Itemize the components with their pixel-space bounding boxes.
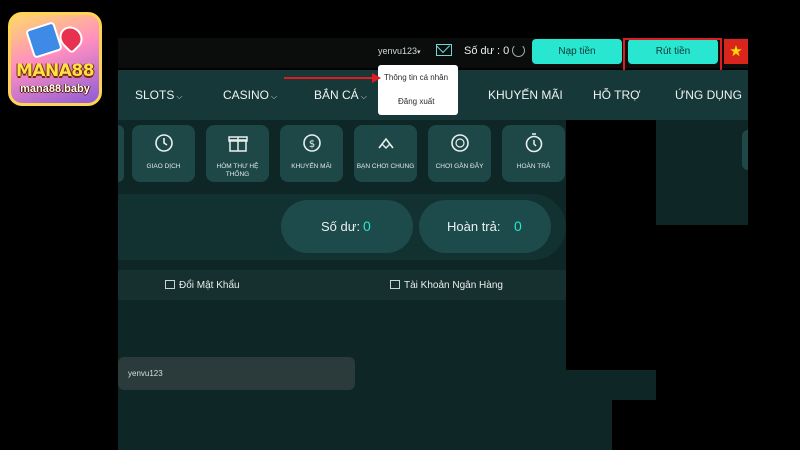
shortcut-label: BẠN CHƠI CHUNG — [356, 163, 415, 170]
nav-item-fishing[interactable]: BẮN CÁ ⌵ — [314, 88, 367, 102]
chevron-down-icon: ⌵ — [271, 92, 278, 101]
caret-down-icon: ▾ — [417, 49, 421, 56]
tab-label: Đổi Mật Khẩu — [179, 280, 240, 291]
stopwatch-icon — [525, 133, 542, 153]
menu-item-profile[interactable]: Thông tin cá nhân — [384, 73, 448, 82]
rebate-label: Hoàn trả: — [447, 219, 501, 234]
svg-text:$: $ — [308, 139, 314, 150]
empty-area — [612, 400, 748, 450]
username-field[interactable] — [118, 357, 355, 390]
shortcut-promotions[interactable]: $ KHUYẾN MÃI — [280, 125, 343, 182]
refresh-icon[interactable] — [512, 44, 525, 57]
menu-item-logout[interactable]: Đăng xuất — [398, 97, 434, 106]
chevron-down-icon: ⌵ — [360, 92, 367, 101]
language-flag-icon[interactable]: ★ — [724, 39, 748, 64]
balance-value: 0 — [363, 218, 371, 234]
rebate-value: 0 — [514, 218, 522, 234]
shortcut-inbox[interactable]: HÒM THƯ HỆ THỐNG — [206, 125, 269, 182]
tab-bank-account[interactable]: Tài Khoản Ngân Hàng — [390, 280, 503, 291]
history-icon — [154, 134, 173, 152]
nav-item-support[interactable]: HỖ TRỢ — [593, 88, 640, 102]
shortcut-rebate[interactable]: HOÀN TRẢ — [502, 125, 565, 182]
gift-icon — [227, 136, 248, 152]
shortcut-friends[interactable]: BẠN CHƠI CHUNG — [354, 125, 417, 182]
annotation-arrow — [284, 77, 374, 79]
nav-label: CASINO — [223, 88, 270, 102]
shortcut-card-partial[interactable] — [118, 125, 124, 182]
playing-card-graphic — [25, 21, 63, 59]
nav-item-casino[interactable]: CASINO ⌵ — [223, 88, 277, 102]
shortcut-label: HÒM THƯ HỆ THỐNG — [216, 163, 259, 178]
shortcut-label: HOÀN TRẢ — [516, 163, 551, 170]
nav-item-slots[interactable]: SLOTS ⌵ — [135, 88, 182, 102]
nav-item-app[interactable]: ỨNG DỤNG — [675, 88, 742, 102]
annotation-arrowhead — [372, 73, 381, 83]
tab-change-password[interactable]: Đổi Mật Khẩu — [165, 280, 240, 291]
rebate-pill: Hoàn trả: 0 — [419, 200, 551, 253]
balance-label: Số dư: — [321, 219, 361, 234]
username-label: yenvu123 — [378, 46, 418, 56]
shortcut-label: GIAO DỊCH — [146, 163, 181, 170]
shortcut-label: KHUYẾN MÃI — [291, 163, 332, 170]
bank-icon — [390, 280, 400, 289]
balance-pill: Số dư: 0 — [281, 200, 413, 253]
handshake-icon — [377, 137, 394, 149]
user-menu-trigger[interactable]: yenvu123▾ — [378, 46, 421, 56]
shortcut-card-partial[interactable] — [742, 130, 748, 170]
shortcut-label: CHƠI GẦN ĐÂY — [435, 163, 484, 170]
lock-icon — [165, 280, 175, 289]
promo-icon: $ — [302, 134, 321, 152]
chip-icon — [450, 134, 469, 152]
deposit-button[interactable]: Nạp tiền — [532, 39, 622, 64]
nav-label: SLOTS — [135, 88, 175, 102]
nav-item-promotions[interactable]: KHUYẾN MÃI — [488, 88, 563, 102]
header-balance: Số dư : 0 — [464, 45, 510, 57]
tab-label: Tài Khoản Ngân Hàng — [404, 280, 503, 291]
shortcut-recent[interactable]: CHƠI GẦN ĐÂY — [428, 125, 491, 182]
mail-icon[interactable] — [436, 44, 452, 56]
empty-area — [566, 120, 656, 370]
nav-label: BẮN CÁ — [314, 88, 359, 102]
brand-name: MANA88 — [15, 61, 95, 81]
shortcut-transactions[interactable]: GIAO DỊCH — [132, 125, 195, 182]
chevron-down-icon: ⌵ — [176, 92, 183, 101]
brand-domain: mana88.baby — [20, 83, 90, 95]
brand-logo[interactable]: MANA88 mana88.baby — [8, 12, 102, 106]
